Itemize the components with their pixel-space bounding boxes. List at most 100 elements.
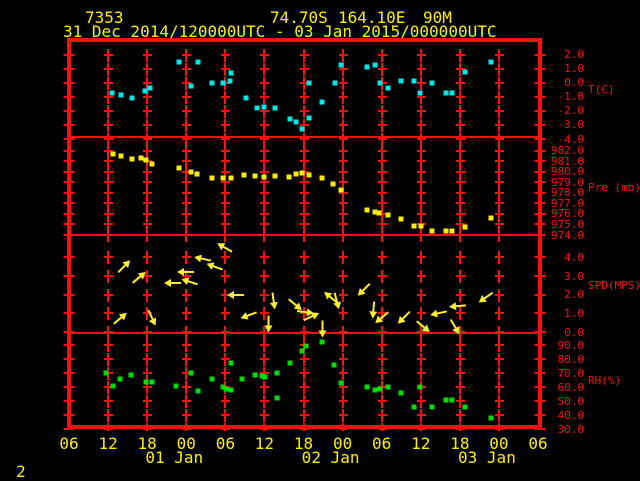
temperature-data-point — [287, 116, 293, 122]
wind-direction-arrow — [267, 315, 270, 331]
wind-direction-arrow — [432, 310, 448, 316]
wind-direction-arrow — [398, 311, 411, 324]
relative_humidity-data-point — [143, 379, 149, 385]
wind-direction-arrow — [358, 283, 371, 296]
axis-tick-label: 974.0 — [550, 228, 584, 242]
pressure-data-point — [209, 175, 215, 181]
wind-direction-arrow — [131, 272, 145, 284]
relative_humidity-data-point — [117, 376, 123, 382]
page-number: 2 — [16, 462, 26, 481]
relative_humidity-data-point — [262, 374, 268, 380]
pressure-data-point — [241, 172, 247, 178]
plot-area: 2.0 1.0 0.0 -1.0 -2.0 -3.0 -4.0 T(C) 982.0 981.0 9… — [0, 0, 640, 480]
pressure-data-point — [443, 228, 448, 234]
relative_humidity-data-point — [338, 380, 344, 386]
temperature-data-point — [293, 119, 299, 125]
relative_humidity-data-point — [195, 388, 201, 394]
relative_humidity-data-point — [449, 397, 455, 403]
pressure-data-point — [129, 156, 135, 162]
wind-direction-arrow — [287, 298, 301, 310]
x-axis-hour-label: 12 — [411, 434, 431, 453]
relative_humidity-data-point — [462, 404, 468, 410]
wind-direction-arrow — [208, 263, 223, 271]
meteogram-screen: { "header": { "station_id": "7353", "lat… — [0, 0, 640, 480]
pressure-data-point — [252, 173, 258, 179]
relative_humidity-data-point — [128, 372, 134, 377]
temperature-data-point — [398, 78, 404, 84]
panel-unit-label-temperature: T(C) — [588, 83, 615, 97]
temperature-data-point — [176, 59, 182, 65]
x-axis-day-label: 01 Jan — [145, 448, 204, 467]
relative_humidity-data-point — [274, 370, 280, 376]
axis-tick-label: 2.0 — [564, 288, 584, 302]
wind-direction-arrow — [450, 304, 467, 308]
wind-direction-arrow — [450, 318, 460, 333]
relative_humidity-data-point — [385, 384, 391, 390]
x-axis-hour-label: 12 — [98, 434, 118, 453]
temperature-data-point — [306, 80, 312, 86]
relative_humidity-data-point — [149, 379, 155, 385]
pressure-data-point — [306, 172, 312, 178]
x-axis-hour-label: 06 — [215, 434, 235, 453]
pressure-data-point — [272, 173, 278, 179]
x-axis-hour-label: 06 — [59, 434, 79, 453]
pressure-data-point — [398, 216, 404, 222]
axis-tick-label: 70.0 — [557, 366, 585, 380]
pressure-data-point — [364, 207, 370, 213]
pressure-data-point — [261, 174, 267, 180]
pressure-data-point — [299, 170, 305, 176]
wind-direction-arrow — [228, 293, 244, 296]
pressure-data-point — [220, 175, 226, 181]
x-axis-hour-label: 06 — [528, 434, 548, 453]
axis-tick-label: 3.0 — [564, 269, 584, 283]
wind-direction-arrow — [218, 243, 233, 253]
temperature-data-point — [306, 115, 312, 121]
pressure-data-point — [149, 161, 155, 167]
relative_humidity-data-point — [331, 362, 337, 368]
temperature-data-point — [411, 78, 417, 84]
temperature-data-point — [385, 85, 391, 91]
temperature-data-point — [220, 80, 226, 86]
temperature-data-point — [129, 95, 135, 101]
axis-tick-label: 2.0 — [564, 48, 584, 62]
temperature-data-point — [488, 59, 494, 65]
pressure-data-point — [330, 181, 336, 187]
temperature-data-point — [118, 92, 124, 98]
relative_humidity-data-point — [443, 397, 448, 403]
temperature-data-point — [243, 95, 249, 101]
pressure-data-point — [385, 212, 391, 218]
pressure-data-point — [293, 171, 299, 177]
relative_humidity-data-point — [110, 383, 116, 389]
pressure-data-point — [110, 151, 116, 157]
panel-unit-label-pressure: Pre (mb) — [588, 181, 640, 195]
relative_humidity-data-point — [239, 376, 245, 382]
wind-direction-arrow — [117, 260, 130, 273]
wind-direction-arrow — [333, 292, 340, 308]
x-axis-day-label: 02 Jan — [301, 448, 360, 467]
pressure-data-point — [286, 174, 292, 180]
wind-direction-arrow — [376, 311, 390, 323]
temperature-data-point — [147, 85, 153, 91]
temperature-data-point — [449, 90, 455, 96]
relative_humidity-data-point — [488, 415, 494, 421]
relative_humidity-data-point — [429, 404, 435, 410]
axis-tick-label: 1.0 — [564, 62, 584, 76]
relative_humidity-data-point — [209, 376, 215, 382]
pressure-data-point — [118, 153, 124, 159]
axis-tick-label: 0.0 — [564, 76, 584, 90]
wind-direction-arrow — [416, 319, 430, 332]
axis-tick-label: -4.0 — [557, 132, 585, 146]
pressure-data-point — [429, 228, 435, 234]
pressure-data-point — [194, 171, 200, 177]
temperature-data-point — [209, 80, 215, 86]
relative_humidity-data-point — [173, 383, 179, 389]
panel-unit-label-relative_humidity: RH(%) — [588, 373, 622, 387]
pressure-data-point — [418, 223, 424, 229]
temperature-data-point — [372, 62, 377, 68]
axis-tick-label: 90.0 — [557, 338, 585, 352]
pressure-data-point — [228, 175, 234, 181]
relative_humidity-data-point — [228, 360, 234, 366]
temperature-data-point — [332, 80, 338, 86]
relative_humidity-data-point — [228, 387, 234, 393]
relative_humidity-data-point — [417, 384, 423, 390]
